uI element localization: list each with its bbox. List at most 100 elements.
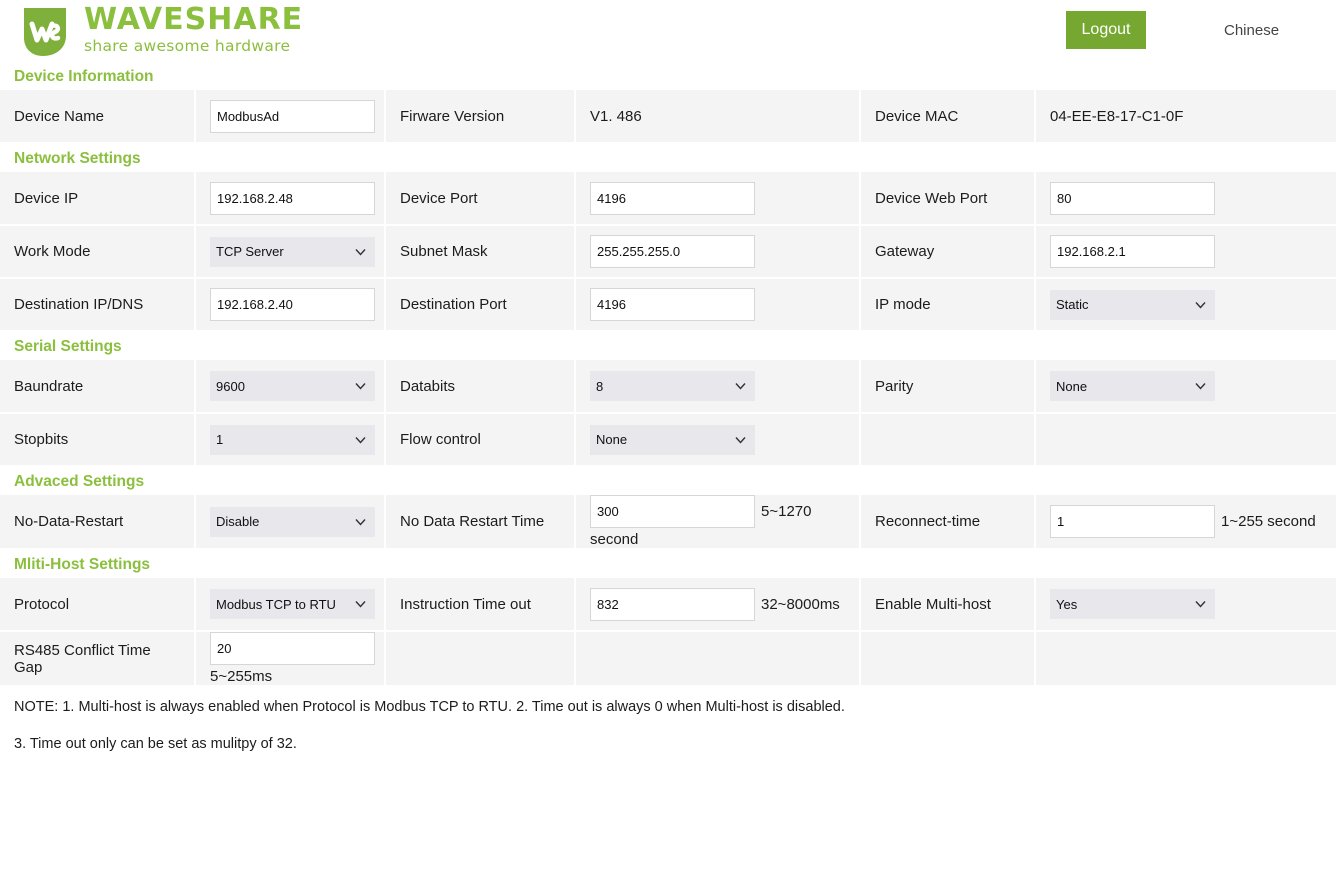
enable-multi-host-select-wrap: Yes [1050, 589, 1215, 620]
rs485-gap-range-hint: 5~255ms [210, 668, 273, 686]
multi-host-empty-cell-3 [860, 631, 1036, 688]
table-row: Baundrate 9600 Databits 8 Parity None [0, 360, 1336, 415]
instruction-timeout-input[interactable] [590, 587, 755, 621]
destination-port-cell [575, 278, 861, 333]
device-port-input[interactable] [590, 181, 755, 215]
databits-label: Databits [385, 360, 576, 415]
device-port-label: Device Port [385, 172, 576, 227]
device-name-input[interactable] [210, 99, 375, 133]
multi-host-settings-table: Protocol Modbus TCP to RTU Instruction T… [0, 578, 1336, 688]
instruction-timeout-field: 32~8000ms [590, 587, 851, 621]
stopbits-select-wrap: 1 [210, 424, 375, 455]
serial-settings-table: Baundrate 9600 Databits 8 Parity None St… [0, 360, 1336, 468]
table-row: Stopbits 1 Flow control None [0, 413, 1336, 468]
section-title-network-settings: Network Settings [14, 150, 141, 168]
baudrate-label: Baundrate [0, 360, 196, 415]
protocol-select[interactable]: Modbus TCP to RTU [210, 589, 375, 620]
section-title-serial-settings: Serial Settings [14, 338, 122, 356]
enable-multi-host-select[interactable]: Yes [1050, 589, 1215, 620]
parity-label: Parity [860, 360, 1036, 415]
no-data-restart-time-cell: 5~1270 second [575, 495, 861, 551]
stopbits-select[interactable]: 1 [210, 424, 375, 455]
flow-control-cell: None [575, 413, 861, 468]
baudrate-cell: 9600 [195, 360, 386, 415]
reconnect-time-input[interactable] [1050, 505, 1215, 539]
parity-select[interactable]: None [1050, 371, 1215, 402]
ip-mode-label: IP mode [860, 278, 1036, 333]
no-data-restart-cell: Disable [195, 495, 386, 551]
enable-multi-host-label: Enable Multi-host [860, 578, 1036, 633]
device-ip-input[interactable] [210, 181, 375, 215]
firmware-version-value: V1. 486 [575, 90, 861, 145]
instruction-timeout-range-hint: 32~8000ms [761, 595, 840, 613]
device-port-cell [575, 172, 861, 227]
no-data-restart-time-label: No Data Restart Time [385, 495, 576, 551]
subnet-mask-cell [575, 225, 861, 280]
no-data-restart-select[interactable]: Disable [210, 506, 375, 537]
subnet-mask-input[interactable] [590, 235, 755, 269]
language-switch-link[interactable]: Chinese [1224, 22, 1279, 39]
databits-select[interactable]: 8 [590, 371, 755, 402]
no-data-restart-select-wrap: Disable [210, 506, 375, 537]
device-mac-value: 04-EE-E8-17-C1-0F [1035, 90, 1336, 145]
ip-mode-cell: Static [1035, 278, 1336, 333]
device-ip-cell [195, 172, 386, 227]
enable-multi-host-cell: Yes [1035, 578, 1336, 633]
destination-ip-input[interactable] [210, 288, 375, 322]
waveshare-leaf-icon [24, 7, 66, 56]
destination-port-input[interactable] [590, 288, 755, 322]
device-web-port-input[interactable] [1050, 181, 1215, 215]
baudrate-select-wrap: 9600 [210, 371, 375, 402]
protocol-select-wrap: Modbus TCP to RTU [210, 589, 375, 620]
databits-select-wrap: 8 [590, 371, 755, 402]
multi-host-empty-cell-1 [385, 631, 576, 688]
ip-mode-select-wrap: Static [1050, 289, 1215, 320]
section-title-device-information: Device Information [14, 68, 154, 85]
serial-empty-value-cell [1035, 413, 1336, 468]
device-information-table: Device Name Firware Version V1. 486 Devi… [0, 90, 1336, 145]
device-mac-label: Device MAC [860, 90, 1036, 145]
flow-control-label: Flow control [385, 413, 576, 468]
rs485-gap-label: RS485 Conflict Time Gap [0, 631, 196, 688]
logout-button[interactable]: Logout [1066, 11, 1146, 49]
brand-tagline: share awesome hardware [84, 37, 291, 55]
page-header: WAVESHARE share awesome hardware Logout … [0, 0, 1336, 62]
advanced-settings-table: No-Data-Restart Disable No Data Restart … [0, 495, 1336, 551]
device-name-cell [195, 90, 386, 145]
destination-port-label: Destination Port [385, 278, 576, 333]
section-title-multi-host-settings: Mliti-Host Settings [14, 556, 151, 574]
destination-ip-cell [195, 278, 386, 333]
gateway-input[interactable] [1050, 235, 1215, 269]
instruction-timeout-label: Instruction Time out [385, 578, 576, 633]
reconnect-time-label: Reconnect-time [860, 495, 1036, 551]
network-settings-table: Device IP Device Port Device Web Port Wo… [0, 172, 1336, 333]
table-row: Device IP Device Port Device Web Port [0, 172, 1336, 227]
device-name-label: Device Name [0, 90, 196, 145]
no-data-restart-time-input[interactable] [590, 495, 755, 529]
table-row: Work Mode TCP Server Subnet Mask Gateway [0, 225, 1336, 280]
stopbits-cell: 1 [195, 413, 386, 468]
baudrate-select[interactable]: 9600 [210, 371, 375, 402]
rs485-gap-input[interactable] [210, 632, 375, 666]
serial-empty-label-cell [860, 413, 1036, 468]
gateway-cell [1035, 225, 1336, 280]
brand-title: WAVESHARE [84, 2, 304, 37]
note-line-1: NOTE: 1. Multi-host is always enabled wh… [14, 699, 845, 716]
work-mode-select[interactable]: TCP Server [210, 236, 375, 267]
protocol-cell: Modbus TCP to RTU [195, 578, 386, 633]
parity-cell: None [1035, 360, 1336, 415]
note-line-2: 3. Time out only can be set as mulitpy o… [14, 736, 297, 753]
ip-mode-select[interactable]: Static [1050, 289, 1215, 320]
device-ip-label: Device IP [0, 172, 196, 227]
reconnect-time-field: 1~255 second [1050, 505, 1328, 539]
flow-control-select[interactable]: None [590, 424, 755, 455]
firmware-version-label: Firware Version [385, 90, 576, 145]
notes-block: NOTE: 1. Multi-host is always enabled wh… [0, 687, 1336, 772]
table-row: Device Name Firware Version V1. 486 Devi… [0, 90, 1336, 145]
reconnect-time-range-hint: 1~255 second [1221, 513, 1316, 531]
no-data-restart-time-field: 5~1270 second [590, 495, 851, 548]
table-row: Destination IP/DNS Destination Port IP m… [0, 278, 1336, 333]
no-data-restart-time-unit-hint: second [590, 531, 639, 549]
rs485-gap-field: 5~255ms [210, 632, 376, 685]
gateway-label: Gateway [860, 225, 1036, 280]
